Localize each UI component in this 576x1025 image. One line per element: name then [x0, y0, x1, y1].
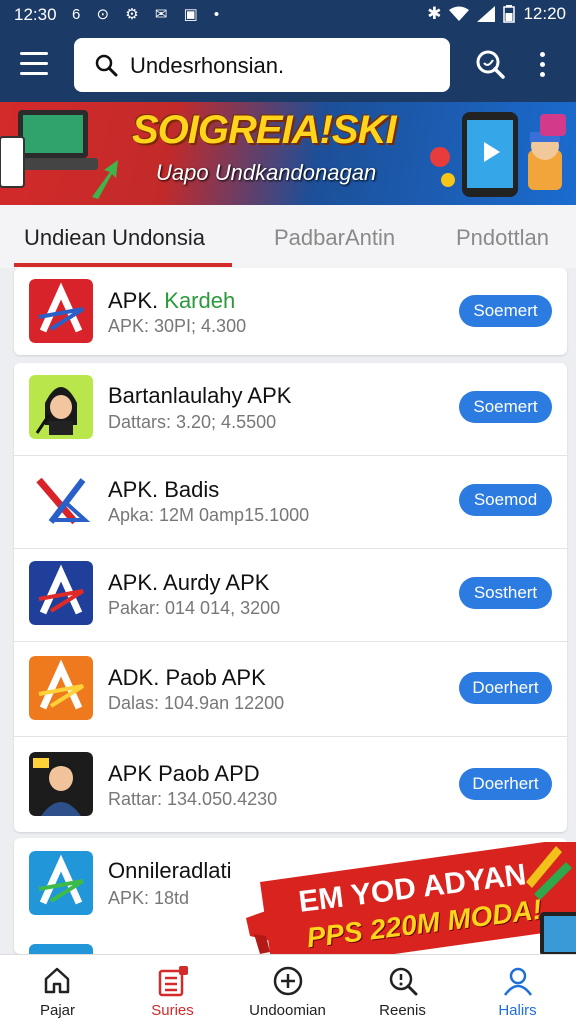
search-button-icon[interactable]	[474, 48, 506, 80]
status-time: 12:30	[14, 5, 57, 24]
user-icon	[503, 967, 533, 996]
nav-label: Halirs	[498, 1002, 537, 1019]
nav-label: Reenis	[379, 1002, 426, 1019]
tab-undiean-undonsia[interactable]: Undiean Undonsia	[24, 225, 205, 251]
search-icon	[95, 54, 118, 77]
next-app-icon-peek	[29, 944, 93, 954]
app-name: Bartanlaulahy APK	[108, 383, 292, 408]
nav-label: Suries	[151, 1002, 194, 1019]
banner-subtitle: Uapo Undkandonagan	[156, 160, 377, 185]
app-list-card: Bartanlaulahy APK Dattars: 3.20; 4.5500 …	[14, 363, 567, 832]
promo-banner[interactable]: SOIGREIA!SKI Uapo Undkandonagan	[0, 102, 576, 205]
laptop-illustration-icon	[0, 110, 118, 199]
person-icon	[29, 752, 93, 816]
list-item[interactable]: APK. Kardeh APK: 30PI; 4.300 Soemert	[14, 268, 567, 355]
status-right: ✱ 12:20	[427, 4, 566, 24]
search-icon	[389, 967, 418, 996]
download-button[interactable]: Soemert	[459, 295, 552, 327]
list-icon	[158, 966, 188, 997]
bottom-navigation: Pajar Suries Undoomian Reenis Halirs	[0, 954, 576, 1025]
download-button[interactable]: Doerhert	[459, 672, 552, 704]
a-logo-red-icon	[29, 279, 93, 343]
active-tab-indicator	[14, 263, 232, 267]
app-meta: Pakar: 014 014, 3200	[108, 598, 281, 618]
phone-illustration-icon	[430, 112, 566, 197]
notification-icons: 6 ⊙ ⚙ ✉ ▣ •	[72, 6, 226, 23]
a-logo-blue-icon	[29, 561, 93, 625]
tab-padbarantin[interactable]: PadbarAntin	[274, 225, 395, 251]
app-meta: Dattars: 3.20; 4.5500	[108, 412, 277, 432]
download-button[interactable]: Soemert	[459, 391, 552, 423]
more-options-icon[interactable]	[540, 52, 550, 82]
list-item[interactable]: APK Paob APD Rattar: 134.050.4230 Doerhe…	[14, 737, 567, 832]
battery-icon	[503, 5, 516, 23]
app-bar: Undesrhonsian.	[0, 30, 576, 102]
download-button[interactable]: Soemod	[459, 484, 552, 516]
nav-label: Undoomian	[249, 1002, 326, 1019]
nav-item-pajar[interactable]: Pajar	[0, 955, 115, 1025]
status-bar: 12:30 6 ⊙ ⚙ ✉ ▣ • ✱ 12:20	[0, 0, 576, 30]
plus-circle-icon	[273, 966, 303, 996]
status-right-time: 12:20	[523, 4, 566, 23]
a-logo-orange-icon	[29, 656, 93, 720]
nav-item-suries[interactable]: Suries	[115, 955, 230, 1025]
tab-bar: Undiean Undonsia PadbarAntin Pndottlan	[0, 205, 576, 268]
search-field[interactable]: Undesrhonsian.	[74, 38, 450, 92]
nav-item-halirs[interactable]: Halirs	[460, 955, 575, 1025]
app-meta: Apka: 12M 0amp15.1000	[108, 505, 310, 525]
banner-title: SOIGREIA!SKI	[132, 108, 397, 152]
app-name: APK. Aurdy APK	[108, 570, 270, 595]
home-icon	[44, 967, 70, 994]
list-item[interactable]: APK. Aurdy APK Pakar: 014 014, 3200 Sost…	[14, 549, 567, 641]
wifi-icon	[449, 6, 470, 21]
app-meta: APK: 30PI; 4.300	[108, 316, 247, 336]
character-icon	[29, 375, 93, 439]
app-name: APK Paob APD	[108, 761, 260, 786]
nav-label: Pajar	[39, 1002, 76, 1019]
app-meta: Dalas: 104.9an 12200	[108, 693, 285, 713]
promo-overlay[interactable]: EM YOD ADYAN PPS 220M MODA!	[240, 842, 576, 956]
signal-icon	[477, 6, 496, 22]
app-meta: APK: 18td	[108, 888, 190, 908]
list-item[interactable]: ADK. Paob APK Dalas: 104.9an 12200 Doerh…	[14, 642, 567, 736]
hamburger-menu-icon[interactable]	[20, 52, 48, 76]
bluetooth-icon: ✱	[427, 4, 442, 23]
list-item[interactable]: Bartanlaulahy APK Dattars: 3.20; 4.5500 …	[14, 363, 567, 455]
nav-item-reenis[interactable]: Reenis	[345, 955, 460, 1025]
x-logo-icon	[29, 468, 93, 532]
app-name: ADK. Paob APK	[108, 665, 266, 690]
a-logo-green-icon	[29, 851, 93, 915]
nav-item-undoomian[interactable]: Undoomian	[230, 955, 345, 1025]
list-item[interactable]: APK. Badis Apka: 12M 0amp15.1000 Soemod	[14, 456, 567, 548]
app-name: APK. Badis	[108, 477, 220, 502]
download-button[interactable]: Doerhert	[459, 768, 552, 800]
tab-pndottlan[interactable]: Pndottlan	[456, 225, 549, 251]
app-meta: Rattar: 134.050.4230	[108, 789, 278, 809]
app-name: Onnileradlati	[108, 858, 232, 883]
download-button[interactable]: Sosthert	[459, 577, 552, 609]
app-name: APK. Kardeh	[108, 288, 236, 313]
search-input[interactable]: Undesrhonsian.	[130, 53, 284, 79]
